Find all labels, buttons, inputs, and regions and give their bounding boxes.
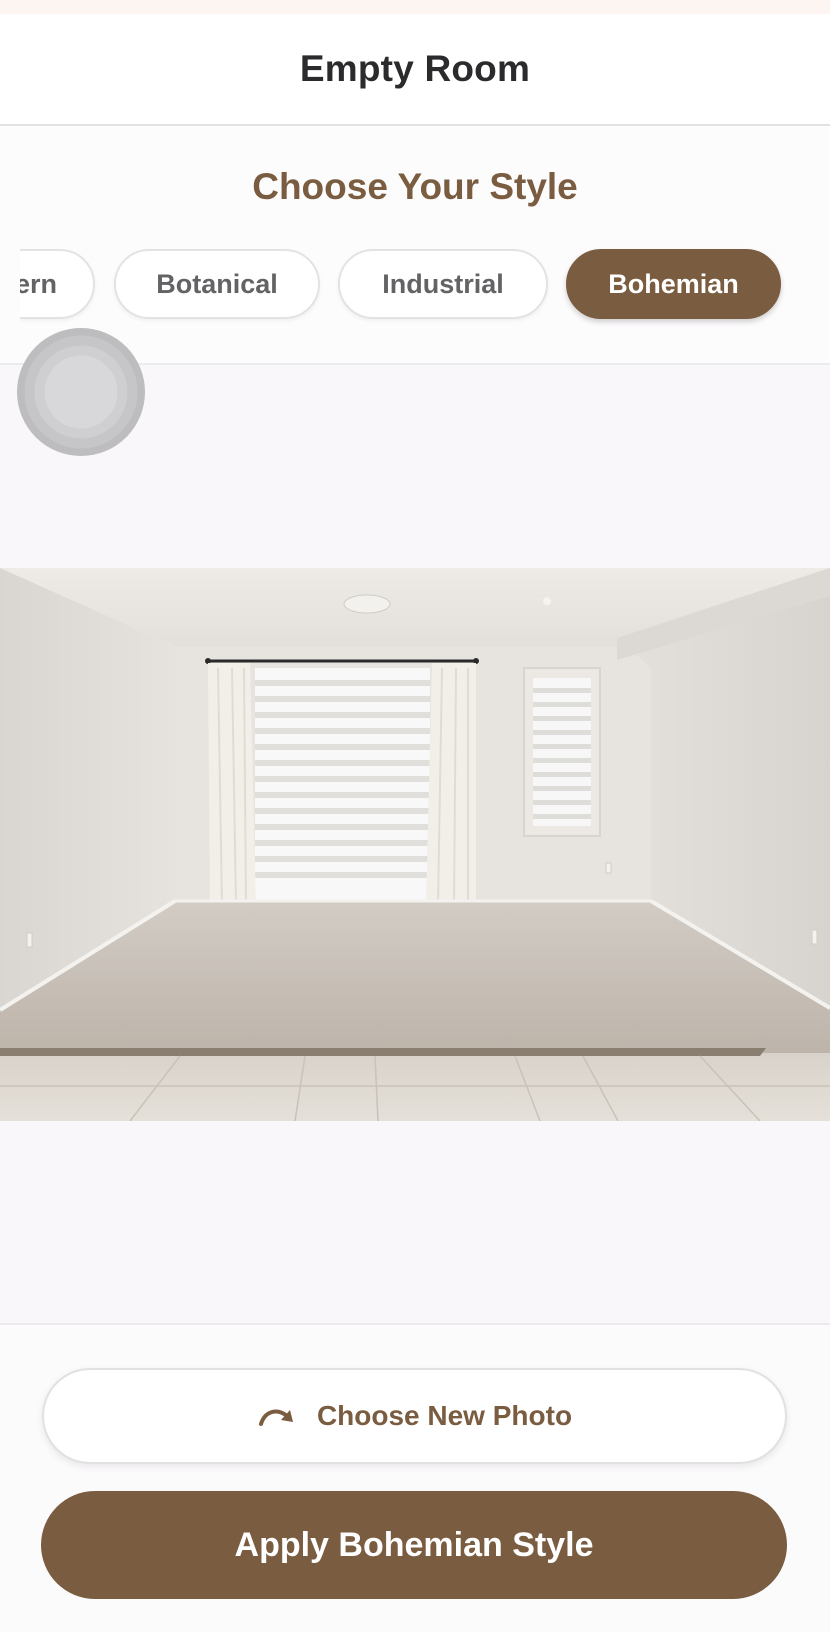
status-bar-strip (0, 0, 830, 14)
room-photo (0, 568, 830, 1121)
navigation-bar: Empty Room (0, 14, 830, 126)
style-heading: Choose Your Style (252, 166, 578, 207)
choose-new-photo-label: Choose New Photo (316, 1400, 573, 1431)
apply-style-label: Apply Bohemian Style (234, 1525, 594, 1564)
apply-style-button[interactable]: Apply Bohemian Style (41, 1491, 787, 1599)
touch-indicator (17, 328, 145, 456)
page-title: Empty Room (299, 48, 531, 89)
redo-arrow-icon (258, 1409, 293, 1426)
scroll-fade-edge (0, 242, 20, 326)
style-option-bohemian[interactable]: Bohemian (566, 249, 781, 319)
style-picker: Choose Your Style ern Botanical Industri… (0, 126, 830, 365)
choose-new-photo-button[interactable]: Choose New Photo (42, 1368, 787, 1464)
style-option-botanical[interactable]: Botanical (114, 249, 320, 319)
style-option-industrial[interactable]: Industrial (338, 249, 548, 319)
